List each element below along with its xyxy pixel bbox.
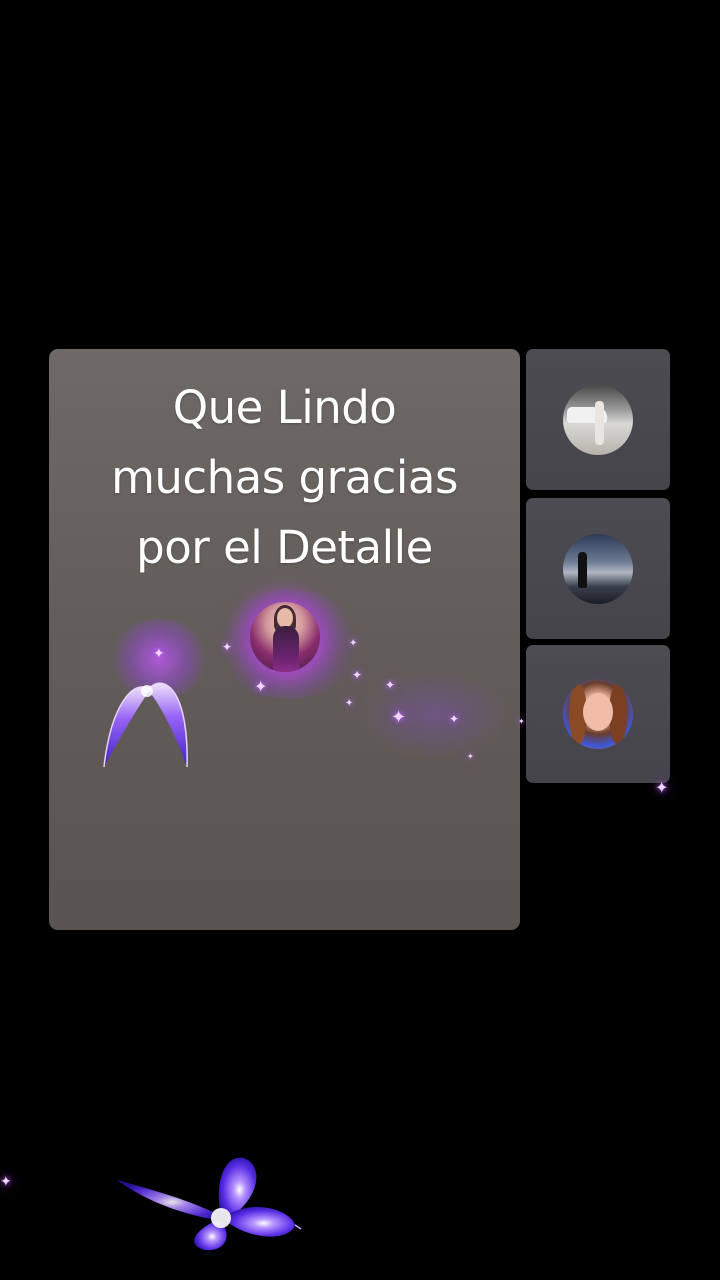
caption-line-1: Que Lindo xyxy=(172,381,397,434)
butterfly-icon xyxy=(103,682,188,768)
guest-video-tile-2[interactable] xyxy=(526,498,670,639)
caption-line-3: por el Detalle xyxy=(136,521,433,574)
avatar-face xyxy=(277,608,293,628)
avatar-face xyxy=(583,693,613,731)
sparkle-icon: ✦ xyxy=(467,752,474,761)
host-caption: Que Lindo muchas gracias por el Detalle xyxy=(49,373,520,583)
live-multi-guest-screen: Que Lindo muchas gracias por el Detalle xyxy=(0,0,720,1280)
sparkle-icon: ✦ xyxy=(385,678,396,692)
guest-avatar-3[interactable] xyxy=(563,679,633,749)
sparkle-icon: ✦ xyxy=(0,1174,12,1190)
sparkle-icon: ✦ xyxy=(345,698,354,709)
sparkle-icon: ✦ xyxy=(391,707,407,728)
host-avatar[interactable] xyxy=(250,602,320,672)
sparkle-icon: ✦ xyxy=(222,640,233,654)
sparkle-icon: ✦ xyxy=(254,677,268,696)
avatar-body xyxy=(273,626,299,672)
guest-avatar-2[interactable] xyxy=(563,534,633,604)
caption-line-2: muchas gracias xyxy=(111,451,458,504)
guest-video-tile-1[interactable] xyxy=(526,349,670,490)
butterfly-icon xyxy=(117,1157,302,1251)
avatar-silhouette xyxy=(578,552,587,588)
guest-avatar-1[interactable] xyxy=(563,385,633,455)
purple-glow xyxy=(359,669,509,759)
sparkle-icon: ✦ xyxy=(449,712,460,726)
host-video-tile[interactable]: Que Lindo muchas gracias por el Detalle xyxy=(49,349,520,930)
sparkle-icon: ✦ xyxy=(349,638,358,649)
sparkle-icon: ✦ xyxy=(352,668,363,682)
guest-video-tile-3[interactable] xyxy=(526,645,670,783)
sparkle-icon: ✦ xyxy=(153,646,165,662)
avatar-person xyxy=(595,401,604,445)
